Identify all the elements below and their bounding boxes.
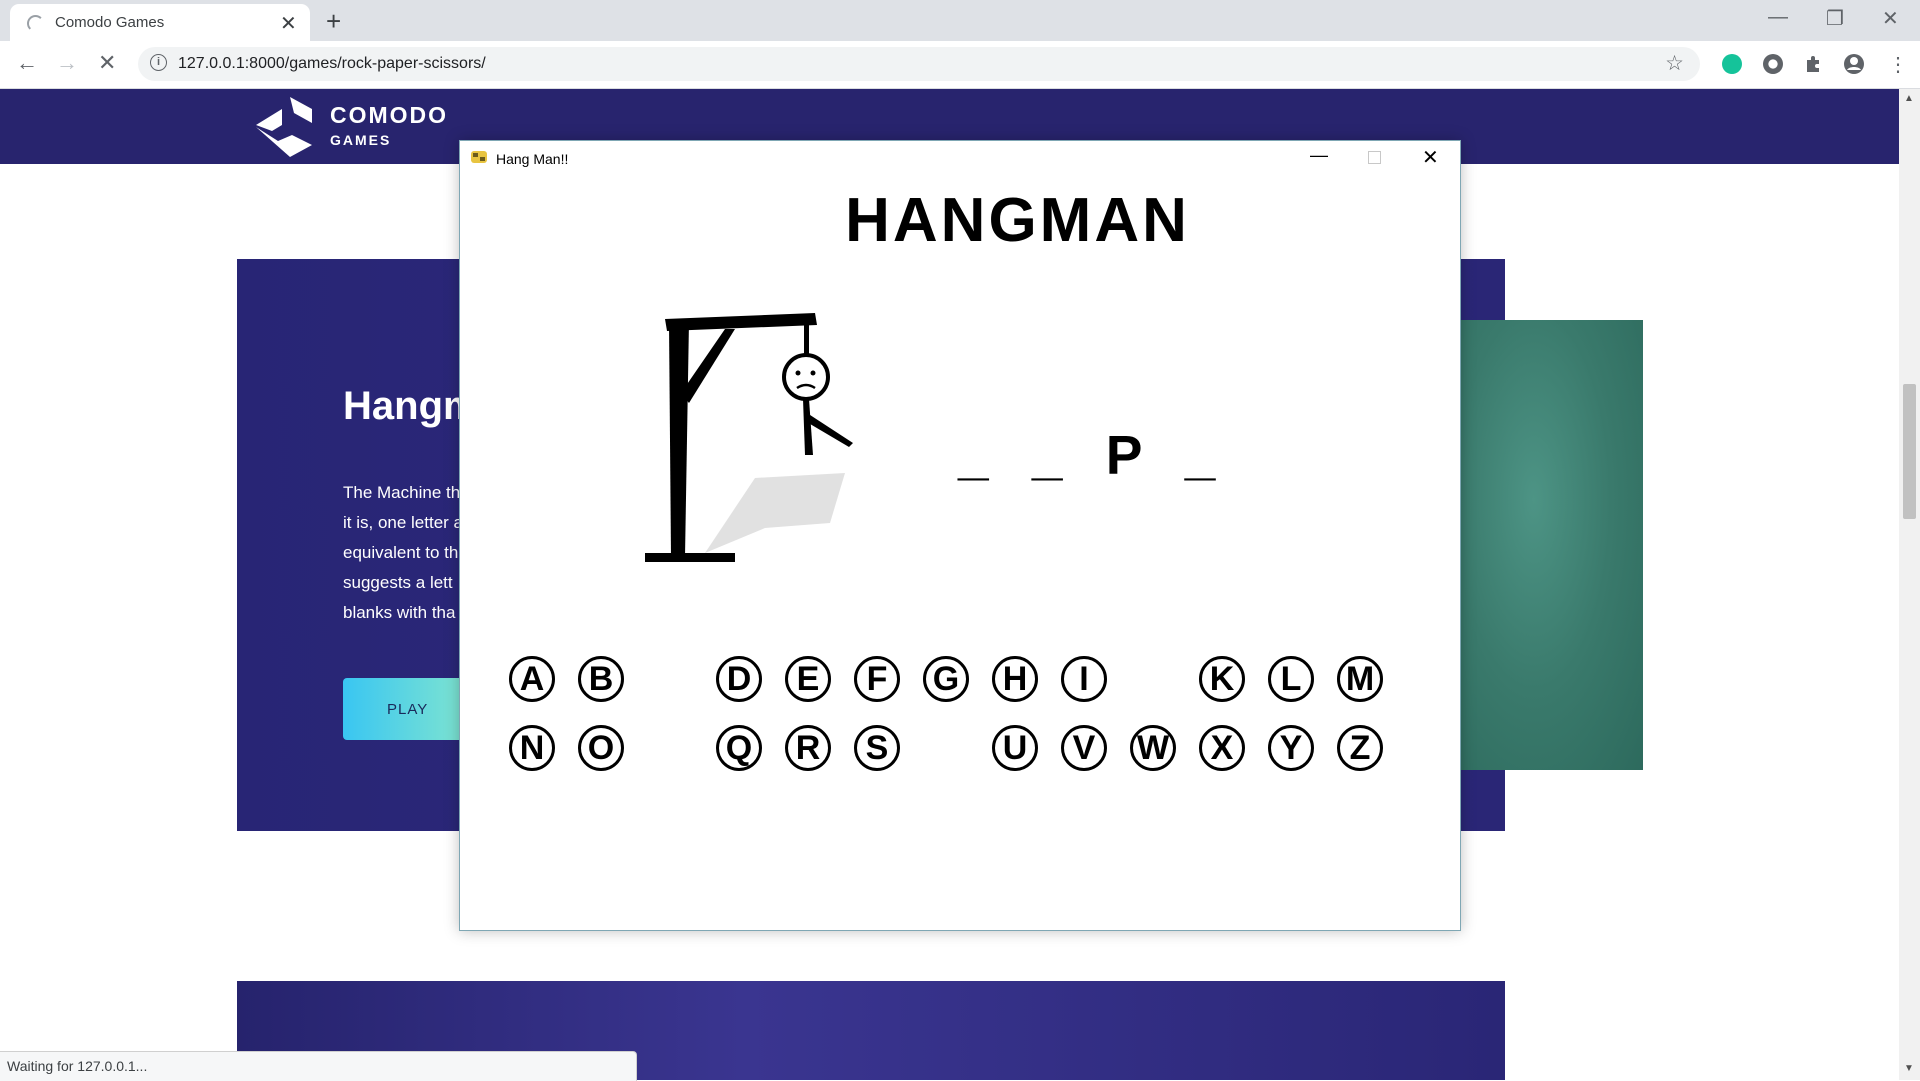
browser-toolbar: ← → ✕ i 127.0.0.1:8000/games/rock-paper-…	[0, 41, 1920, 89]
minimize-window-icon[interactable]: —	[1768, 6, 1788, 29]
letter-button-h[interactable]: H	[992, 656, 1038, 702]
description-line: it is, one letter a	[343, 513, 463, 532]
bookmark-star-icon[interactable]: ☆	[1665, 51, 1684, 76]
letter-button-a[interactable]: A	[509, 656, 555, 702]
letter-button-w[interactable]: W	[1130, 725, 1176, 771]
grammarly-extension-icon[interactable]	[1722, 54, 1742, 74]
address-bar[interactable]: i 127.0.0.1:8000/games/rock-paper-scisso…	[138, 47, 1700, 81]
restore-window-icon[interactable]: ❐	[1826, 6, 1844, 31]
letter-button-m[interactable]: M	[1337, 656, 1383, 702]
hangman-close-icon[interactable]: ✕	[1422, 145, 1439, 170]
hangman-titlebar[interactable]: Hang Man!! — ✕	[460, 141, 1460, 171]
url-text[interactable]: 127.0.0.1:8000/games/rock-paper-scissors…	[178, 55, 486, 73]
extension-icon[interactable]	[1763, 54, 1783, 74]
scroll-down-icon[interactable]: ▼	[1904, 1063, 1914, 1074]
puzzle-extensions-icon[interactable]	[1803, 54, 1823, 74]
letter-button-l[interactable]: L	[1268, 656, 1314, 702]
letter-button-i[interactable]: I	[1061, 656, 1107, 702]
description-line: The Machine th	[343, 483, 461, 502]
description-line: suggests a lett	[343, 573, 453, 592]
letter-button-s[interactable]: S	[854, 725, 900, 771]
game-card-description: The Machine th it is, one letter a equiv…	[343, 478, 463, 628]
scrollbar-thumb[interactable]	[1903, 384, 1916, 519]
hangman-window: Hang Man!! — ✕ HANGMAN _ _ P _ AB DEFGHI K…	[459, 140, 1461, 931]
hangman-word-display: _ _ P _	[958, 424, 1230, 486]
pygame-snake-icon	[471, 151, 487, 163]
letter-button-u[interactable]: U	[992, 725, 1038, 771]
letter-button-o[interactable]: O	[578, 725, 624, 771]
tab-title: Comodo Games	[55, 14, 165, 31]
site-info-icon[interactable]: i	[150, 54, 167, 71]
logo-text-comodo: COMODO	[330, 102, 449, 128]
hangman-maximize-icon[interactable]	[1368, 151, 1381, 164]
new-tab-button[interactable]: +	[326, 6, 341, 37]
letter-button-b[interactable]: B	[578, 656, 624, 702]
stop-loading-icon[interactable]: ✕	[98, 50, 116, 76]
play-button[interactable]: PLAY	[343, 678, 463, 740]
hangman-heading: HANGMAN	[845, 186, 1190, 255]
letter-button-z[interactable]: Z	[1337, 725, 1383, 771]
browser-tab[interactable]: Comodo Games ✕	[10, 4, 310, 41]
letter-button-r[interactable]: R	[785, 725, 831, 771]
game-card-image	[1461, 320, 1643, 770]
description-line: equivalent to th	[343, 543, 459, 562]
status-text: Waiting for 127.0.0.1...	[7, 1058, 148, 1074]
comodo-logo-icon[interactable]	[254, 95, 314, 157]
loading-spinner-icon	[27, 15, 44, 32]
hangman-minimize-icon[interactable]: —	[1310, 145, 1328, 166]
close-tab-icon[interactable]: ✕	[280, 11, 297, 36]
letter-button-x[interactable]: X	[1199, 725, 1245, 771]
letter-button-e[interactable]: E	[785, 656, 831, 702]
description-line: blanks with tha	[343, 603, 456, 622]
gallows-drawing-icon	[645, 313, 853, 562]
letter-button-d[interactable]: D	[716, 656, 762, 702]
forward-icon[interactable]: →	[56, 50, 78, 76]
tab-strip: Comodo Games ✕ + — ❐ ✕	[0, 0, 1920, 41]
letter-button-f[interactable]: F	[854, 656, 900, 702]
letter-button-q[interactable]: Q	[716, 725, 762, 771]
page-scrollbar[interactable]: ▲ ▼	[1899, 89, 1920, 1080]
browser-menu-icon[interactable]: ⋮	[1888, 52, 1908, 77]
close-window-icon[interactable]: ✕	[1882, 6, 1899, 31]
letter-button-v[interactable]: V	[1061, 725, 1107, 771]
scroll-up-icon[interactable]: ▲	[1904, 93, 1914, 104]
letter-button-g[interactable]: G	[923, 656, 969, 702]
status-bar: Waiting for 127.0.0.1...	[0, 1051, 637, 1081]
hangman-window-title: Hang Man!!	[496, 151, 569, 167]
letter-button-n[interactable]: N	[509, 725, 555, 771]
logo-text-games: GAMES	[330, 132, 392, 148]
letter-button-k[interactable]: K	[1199, 656, 1245, 702]
profile-avatar-icon[interactable]	[1843, 53, 1865, 75]
letter-button-y[interactable]: Y	[1268, 725, 1314, 771]
back-icon[interactable]: ←	[16, 50, 38, 76]
